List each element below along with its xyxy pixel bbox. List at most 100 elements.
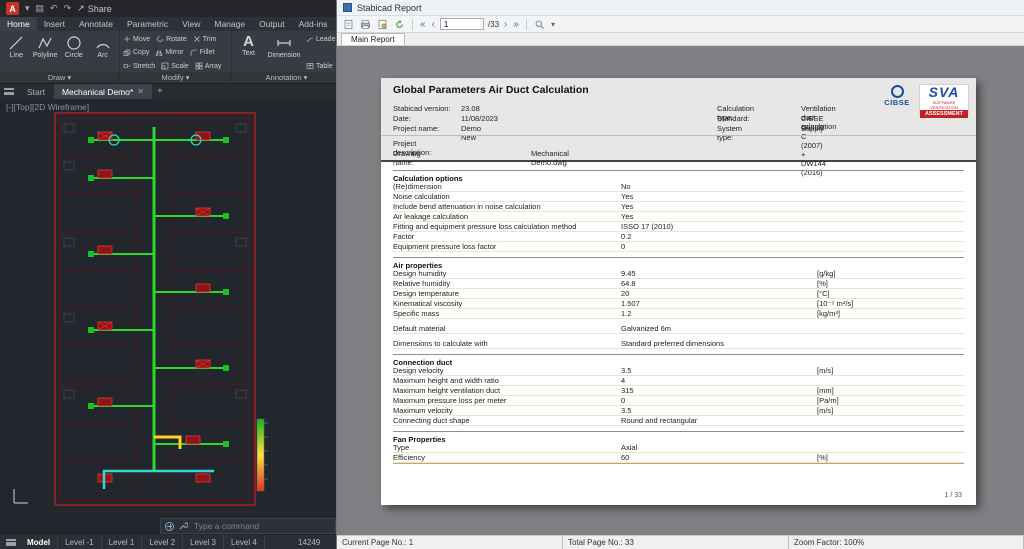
rotate-tool-button[interactable]: Rotate <box>156 35 187 43</box>
ribbon-tab-view[interactable]: View <box>175 17 207 31</box>
search-icon[interactable] <box>533 18 546 31</box>
modify-panel: Move Rotate Trim Copy <box>120 31 232 83</box>
report-row: Design temperature20[°C] <box>393 289 964 299</box>
last-page-button[interactable]: » <box>512 18 520 31</box>
zoom-factor-status: Zoom Factor: 100% <box>789 536 1024 549</box>
dimension-tool-button[interactable]: Dimension <box>264 33 304 72</box>
page-number-input[interactable] <box>440 18 484 30</box>
report-viewer[interactable]: Global Parameters Air Duct Calculation S… <box>337 46 1024 535</box>
tab-mechanical-demo[interactable]: Mechanical Demo* ✕ <box>54 84 152 99</box>
duct-network <box>92 127 226 471</box>
stretch-icon <box>123 62 131 70</box>
ribbon-tab-addins[interactable]: Add-ins <box>292 17 335 31</box>
modify-panel-label[interactable]: Modify ▾ <box>120 72 231 83</box>
refresh-icon[interactable] <box>393 18 406 31</box>
report-tabstrip: Main Report <box>337 33 1024 46</box>
sva-logo: SVA SOFTWARE VERIFICATION ASSESSMENT <box>919 84 969 114</box>
undo-icon[interactable]: ↶ <box>50 0 58 17</box>
report-row: Maximum height ventilation duct315[mm] <box>393 386 964 396</box>
close-tab-icon[interactable]: ✕ <box>137 87 144 96</box>
copy-tool-button[interactable]: Copy <box>123 49 149 57</box>
page-setup-icon[interactable] <box>376 18 389 31</box>
share-button[interactable]: ↗ Share <box>77 3 112 14</box>
menu-dropdown-icon[interactable]: ▾ <box>25 0 30 17</box>
stretch-tool-button[interactable]: Stretch <box>123 62 155 70</box>
report-row: Design humidity9.45[g/kg] <box>393 269 964 279</box>
current-page-status: Current Page No.: 1 <box>337 536 563 549</box>
floor-plan-drawing <box>0 99 336 518</box>
ribbon-tab-annotate[interactable]: Annotate <box>72 17 120 31</box>
trim-icon <box>193 35 201 43</box>
redo-icon[interactable]: ↷ <box>64 0 72 17</box>
leader-icon <box>306 35 314 43</box>
layout-tab-level4[interactable]: Level 4 <box>224 535 265 549</box>
circle-tool-button[interactable]: Circle <box>61 33 88 72</box>
array-tool-button[interactable]: Array <box>195 62 222 70</box>
trim-tool-button[interactable]: Trim <box>193 35 217 43</box>
report-body: Calculation options(Re)dimensionNoNoise … <box>393 170 964 464</box>
line-tool-button[interactable]: Line <box>3 33 30 72</box>
move-tool-button[interactable]: Move <box>123 35 150 43</box>
save-icon[interactable]: ▤ <box>36 0 45 17</box>
customize-wrench-icon[interactable] <box>178 521 188 531</box>
report-row: Maximum velocity3.5[m/s] <box>393 406 964 416</box>
leader-tool-button[interactable]: Leader <box>306 35 338 43</box>
ribbon-tab-output[interactable]: Output <box>252 17 292 31</box>
draw-panel-label[interactable]: Draw ▾ <box>0 72 119 83</box>
annotation-panel-label[interactable]: Annotation ▾ <box>232 72 341 83</box>
stabicad-report-window: Stabicad Report « ‹ /33 › » ▾ Main <box>336 0 1024 549</box>
screen: A ▾ ▤ ↶ ↷ ↗ Share Home Insert Annotate P… <box>0 0 1024 549</box>
page-total-label: /33 <box>488 20 499 29</box>
share-icon: ↗ <box>77 3 85 14</box>
coordinates-readout: 14249 <box>298 538 320 547</box>
command-line[interactable] <box>160 518 336 534</box>
model-tab[interactable]: Model <box>20 535 58 549</box>
polyline-tool-button[interactable]: Polyline <box>32 33 59 72</box>
tab-main-report[interactable]: Main Report <box>341 33 405 45</box>
fillet-icon <box>190 49 198 57</box>
ribbon-tab-parametric[interactable]: Parametric <box>120 17 175 31</box>
scale-tool-button[interactable]: Scale <box>161 62 189 70</box>
layout-tab-level3[interactable]: Level 3 <box>183 535 224 549</box>
print-icon[interactable] <box>359 18 372 31</box>
ribbon-tab-manage[interactable]: Manage <box>207 17 252 31</box>
hamburger-icon[interactable] <box>4 88 14 95</box>
new-tab-button[interactable]: + <box>153 84 167 99</box>
mirror-tool-button[interactable]: Mirror <box>155 49 183 57</box>
layout-tab-level-minus1[interactable]: Level -1 <box>58 535 101 549</box>
text-tool-button[interactable]: A Text <box>235 33 262 72</box>
modify-grid: Move Rotate Trim Copy <box>123 33 221 72</box>
viewport-controls[interactable]: [-][Top][2D Wireframe] <box>6 102 89 112</box>
table-tool-button[interactable]: Table <box>306 62 338 70</box>
drawing-canvas[interactable]: [-][Top][2D Wireframe] <box>0 99 336 518</box>
ribbon-tab-home[interactable]: Home <box>0 17 37 31</box>
report-title: Global Parameters Air Duct Calculation <box>393 84 589 96</box>
ribbon-tab-insert[interactable]: Insert <box>37 17 72 31</box>
report-row: Default materialGalvanized 6m <box>393 324 964 334</box>
layout-tab-level1[interactable]: Level 1 <box>102 535 143 549</box>
first-page-button[interactable]: « <box>419 18 427 31</box>
total-page-status: Total Page No.: 33 <box>563 536 789 549</box>
report-row: Air leakage calculationYes <box>393 212 964 222</box>
fillet-tool-button[interactable]: Fillet <box>190 49 215 57</box>
next-page-button[interactable]: › <box>503 18 508 31</box>
report-section-heading: Fan Properties <box>393 431 964 443</box>
report-row: Dimensions to calculate withStandard pre… <box>393 339 964 349</box>
status-grid-icon[interactable] <box>6 539 16 546</box>
command-input[interactable] <box>192 520 331 532</box>
velocity-legend <box>257 419 268 491</box>
arc-tool-button[interactable]: Arc <box>89 33 116 72</box>
toolbar-dropdown-icon[interactable]: ▾ <box>550 18 556 31</box>
report-toolbar: « ‹ /33 › » ▾ <box>337 16 1024 33</box>
previous-page-button[interactable]: ‹ <box>431 18 436 31</box>
rotate-icon <box>156 35 164 43</box>
autocad-logo[interactable]: A <box>6 2 19 15</box>
arc-icon <box>95 35 111 51</box>
tab-start[interactable]: Start <box>19 84 53 99</box>
report-section-heading: Calculation options <box>393 170 964 182</box>
report-row: Fitting and equipment pressure loss calc… <box>393 222 964 232</box>
layout-tab-level2[interactable]: Level 2 <box>142 535 183 549</box>
export-report-icon[interactable] <box>342 18 355 31</box>
report-titlebar[interactable]: Stabicad Report <box>337 0 1024 16</box>
report-window-title: Stabicad Report <box>357 3 422 13</box>
